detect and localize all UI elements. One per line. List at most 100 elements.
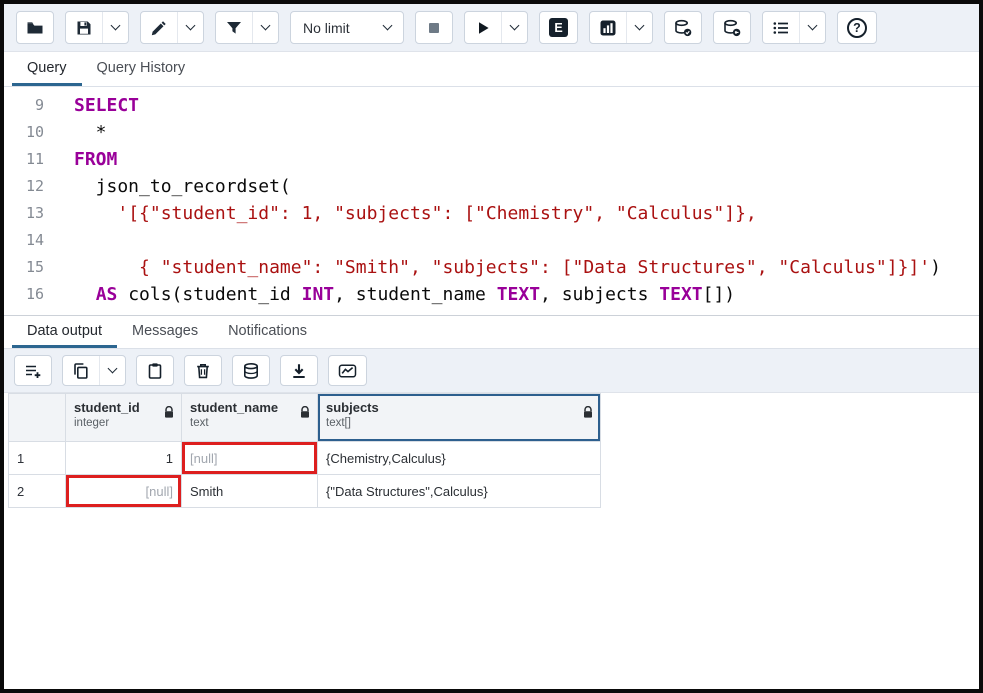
tab-query-history[interactable]: Query History — [82, 52, 201, 86]
rollback-button[interactable] — [714, 12, 750, 43]
code-text: '[{"student_id": 1, "subjects": ["Chemis… — [74, 200, 757, 227]
explain-group: E — [539, 11, 578, 44]
code-token: , student_name — [334, 284, 497, 305]
lock-icon — [300, 406, 310, 419]
editor-line[interactable]: 14 — [4, 227, 979, 254]
download-button[interactable] — [281, 356, 317, 385]
save-dropdown-button[interactable] — [102, 12, 128, 43]
trash-icon — [194, 362, 212, 380]
output-tabbar: Data output Messages Notifications — [4, 315, 979, 349]
explain-button[interactable]: E — [540, 12, 577, 43]
editor-line[interactable]: 9SELECT — [4, 92, 979, 119]
select-all-corner[interactable] — [9, 394, 66, 442]
sql-editor[interactable]: 9SELECT10 *11FROM12 json_to_recordset(13… — [4, 87, 979, 315]
tab-query[interactable]: Query — [12, 52, 82, 86]
column-header-student_name[interactable]: student_nametext — [182, 394, 318, 442]
download-icon — [290, 362, 308, 380]
tab-data-output[interactable]: Data output — [12, 316, 117, 348]
explain-analyze-group — [589, 11, 653, 44]
open-file-button[interactable] — [17, 12, 53, 43]
row-number-cell[interactable]: 2 — [9, 475, 66, 508]
chart-line-icon — [338, 362, 357, 380]
code-token: cols(student_id — [117, 284, 301, 305]
filter-button[interactable] — [216, 12, 252, 43]
explain-analyze-dropdown-button[interactable] — [626, 12, 652, 43]
chevron-down-icon — [510, 21, 520, 31]
line-number: 10 — [4, 119, 60, 146]
tab-notifications[interactable]: Notifications — [213, 316, 322, 348]
chevron-down-icon — [108, 364, 118, 374]
code-token: TEXT — [497, 284, 540, 305]
macro-button[interactable] — [763, 12, 799, 43]
results-table: student_idintegerstudent_nametextsubject… — [8, 393, 601, 508]
data-cell[interactable]: {Chemistry,Calculus} — [318, 442, 601, 475]
code-token: { "student_name": "Smith", "subjects": [… — [74, 257, 930, 278]
data-cell[interactable]: [null] — [66, 475, 182, 508]
tab-messages[interactable]: Messages — [117, 316, 213, 348]
editor-line[interactable]: 12 json_to_recordset( — [4, 173, 979, 200]
table-row: 11[null]{Chemistry,Calculus} — [9, 442, 601, 475]
add-row-icon — [24, 362, 42, 380]
filter-dropdown-button[interactable] — [252, 12, 278, 43]
code-token: AS — [96, 284, 118, 305]
execute-button[interactable] — [465, 12, 501, 43]
code-token: * — [74, 122, 107, 143]
lock-icon — [583, 406, 593, 419]
code-token: '[{"student_id": 1, "subjects": ["Chemis… — [117, 203, 756, 224]
chevron-down-icon — [186, 21, 196, 31]
code-token: json_to_recordset( — [74, 176, 291, 197]
data-cell[interactable]: [null] — [182, 442, 318, 475]
help-button[interactable]: ? — [838, 12, 876, 43]
chevron-down-icon — [111, 21, 121, 31]
column-type: text — [190, 417, 293, 429]
editor-line[interactable]: 15 { "student_name": "Smith", "subjects"… — [4, 254, 979, 281]
edit-button[interactable] — [141, 12, 177, 43]
save-button[interactable] — [66, 12, 102, 43]
chart-button[interactable] — [329, 356, 366, 385]
delete-button[interactable] — [185, 356, 221, 385]
edit-dropdown-button[interactable] — [177, 12, 203, 43]
commit-button[interactable] — [665, 12, 701, 43]
commit-group — [664, 11, 702, 44]
open-file-group — [16, 11, 54, 44]
editor-lines: 9SELECT10 *11FROM12 json_to_recordset(13… — [4, 92, 979, 315]
paste-button[interactable] — [137, 356, 173, 385]
editor-line[interactable]: 13 '[{"student_id": 1, "subjects": ["Che… — [4, 200, 979, 227]
code-token — [74, 203, 117, 224]
copy-button[interactable] — [63, 356, 99, 385]
results-grid-area: student_idintegerstudent_nametextsubject… — [4, 393, 979, 689]
download-group — [280, 355, 318, 386]
rollback-group — [713, 11, 751, 44]
results-toolbar — [4, 349, 979, 393]
row-limit-select[interactable]: No limit — [291, 12, 403, 43]
column-type: text[] — [326, 417, 576, 429]
filter-funnel-icon — [225, 19, 243, 37]
code-text: { "student_name": "Smith", "subjects": [… — [74, 254, 941, 281]
stop-button[interactable] — [416, 12, 452, 43]
pgadmin-query-tool-window: No limit E — [0, 0, 983, 693]
column-name: subjects — [326, 400, 576, 415]
add-row-group — [14, 355, 52, 386]
save-data-button[interactable] — [233, 356, 269, 385]
editor-line[interactable]: 16 AS cols(student_id INT, student_name … — [4, 281, 979, 308]
code-text: AS cols(student_id INT, student_name TEX… — [74, 281, 735, 308]
execute-group — [464, 11, 528, 44]
row-limit-group: No limit — [290, 11, 404, 44]
column-header-student_id[interactable]: student_idinteger — [66, 394, 182, 442]
explain-analyze-button[interactable] — [590, 12, 626, 43]
add-row-button[interactable] — [15, 356, 51, 385]
data-cell[interactable]: Smith — [182, 475, 318, 508]
editor-line[interactable]: 17 — [4, 308, 979, 315]
editor-line[interactable]: 11FROM — [4, 146, 979, 173]
chevron-down-icon — [808, 21, 818, 31]
execute-dropdown-button[interactable] — [501, 12, 527, 43]
column-header-subjects[interactable]: subjects text[] — [318, 394, 601, 442]
copy-dropdown-button[interactable] — [99, 356, 125, 385]
editor-line[interactable]: 10 * — [4, 119, 979, 146]
chart-group — [328, 355, 367, 386]
data-cell[interactable]: 1 — [66, 442, 182, 475]
row-number-cell[interactable]: 1 — [9, 442, 66, 475]
line-number: 13 — [4, 200, 60, 227]
data-cell[interactable]: {"Data Structures",Calculus} — [318, 475, 601, 508]
macro-dropdown-button[interactable] — [799, 12, 825, 43]
